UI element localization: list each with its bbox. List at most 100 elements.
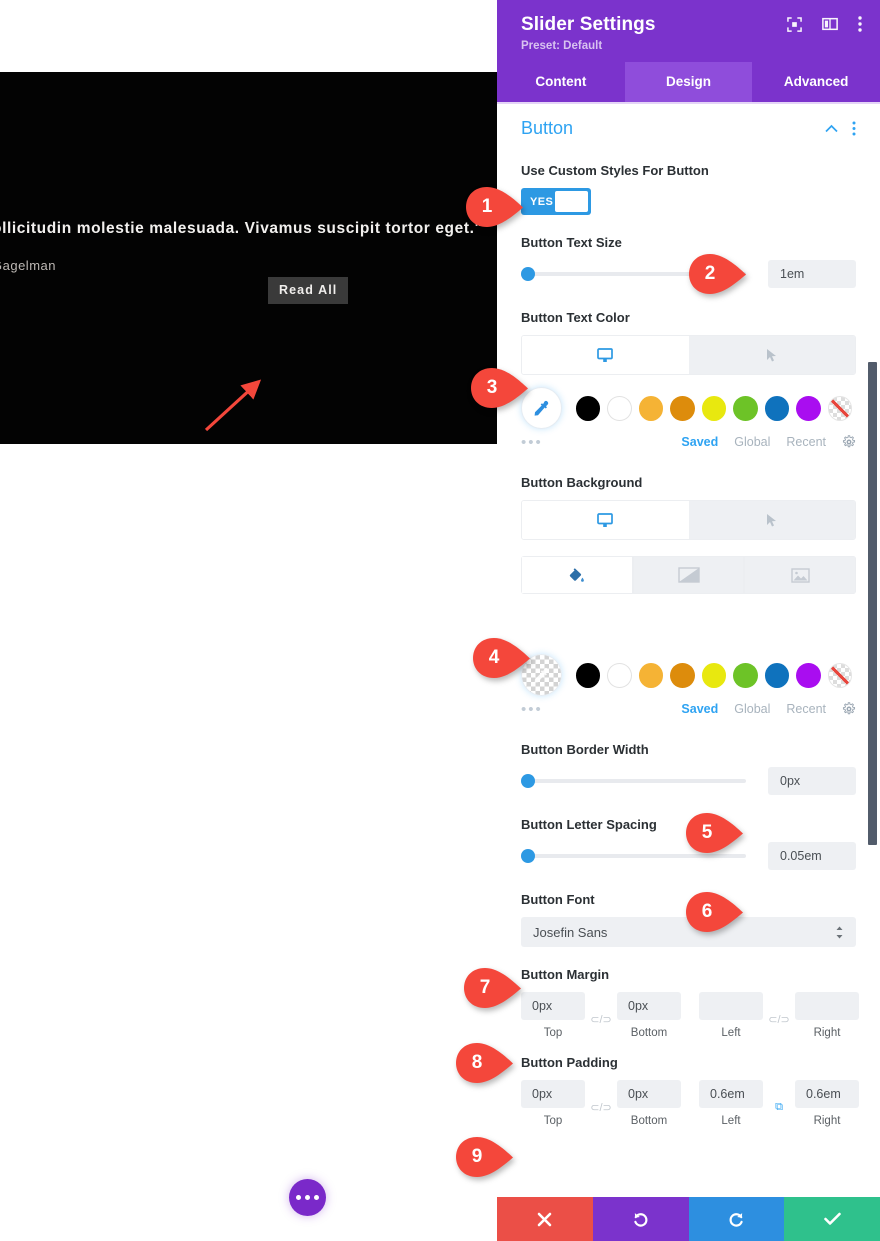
tab-advanced[interactable]: Advanced [752,62,880,102]
more-vertical-icon[interactable] [858,16,862,32]
background-type-color[interactable] [521,556,633,594]
button-letter-spacing-slider[interactable] [521,849,746,863]
section-header-button[interactable]: Button [497,104,880,147]
palette-tab-global[interactable]: Global [734,435,770,449]
swatch-none[interactable] [827,662,853,688]
slider-handle[interactable] [521,849,535,863]
palette-tab-recent[interactable]: Recent [786,702,826,716]
undo-button[interactable] [592,1197,689,1241]
margin-bottom-input[interactable]: 0px [617,992,681,1020]
margin-right-label: Right [813,1027,841,1039]
toggle-handle [555,191,588,212]
tab-design[interactable]: Design [624,62,753,102]
swatch-black[interactable] [575,395,601,421]
discard-changes-button[interactable] [497,1197,593,1241]
text-color-device-tabs [521,335,856,375]
callout-number: 8 [471,1052,483,1073]
swatch-blue[interactable] [764,395,790,421]
padding-right-input[interactable]: 0.6em [795,1080,859,1108]
swatch-white[interactable] [607,662,632,688]
padding-left-input[interactable]: 0.6em [699,1080,763,1108]
split-view-icon[interactable] [822,17,838,31]
padding-left-right-link-connected-icon[interactable]: ⧉ [763,1094,795,1114]
save-changes-button[interactable] [784,1197,880,1241]
page-settings-fab[interactable] [289,1179,326,1216]
button-border-width-input[interactable]: 0px [768,767,856,795]
palette-tab-global[interactable]: Global [734,702,770,716]
callout-number: 6 [701,901,713,922]
swatch-light-orange[interactable] [638,395,664,421]
padding-top-input[interactable]: 0px [521,1080,585,1108]
sort-arrows-icon [836,926,843,938]
button-letter-spacing-input[interactable]: 0.05em [768,842,856,870]
fill-color-icon [570,567,585,582]
margin-top-bottom-link-broken-icon[interactable]: ⊂/⊃ [585,1006,617,1026]
redo-button[interactable] [688,1197,785,1241]
margin-left-input[interactable] [699,992,763,1020]
ellipsis-dot-icon [305,1195,310,1200]
eyedropper-icon [534,400,549,416]
gear-icon[interactable] [842,435,856,449]
panel-preset-selector[interactable]: Preset: Default [521,40,856,52]
padding-top-bottom-link-broken-icon[interactable]: ⊂/⊃ [585,1094,617,1114]
gear-icon[interactable] [842,702,856,716]
device-tab-desktop[interactable] [522,336,689,374]
callout-number: 4 [488,647,500,668]
swatch-white[interactable] [607,395,632,421]
field-label: Button Text Color [521,310,630,325]
toggle-value: YES [530,195,554,208]
device-tab-desktop[interactable] [522,501,689,539]
read-all-button[interactable]: Read All [268,277,349,304]
margin-left-right-link-broken-icon[interactable]: ⊂/⊃ [763,1006,795,1026]
swatch-purple[interactable] [796,395,821,421]
padding-bottom-input[interactable]: 0px [617,1080,681,1108]
swatch-yellow[interactable] [701,662,727,688]
swatch-light-orange[interactable] [638,662,664,688]
swatch-dark-orange[interactable] [670,662,695,688]
margin-top-label: Top [543,1027,563,1039]
swatch-none[interactable] [827,395,853,421]
callout-pin-8: 8 [455,1042,517,1084]
device-tab-hover[interactable] [688,501,855,539]
background-swatch-row [497,654,880,696]
padding-top-label: Top [543,1115,563,1127]
chevron-up-icon[interactable] [825,124,838,133]
text-color-more-ellipsis-icon[interactable]: ••• [521,435,665,450]
background-more-ellipsis-icon[interactable]: ••• [521,702,665,717]
callout-pin-7: 7 [463,967,525,1009]
check-icon [823,1212,841,1225]
palette-tab-saved[interactable]: Saved [681,435,718,449]
slider-handle[interactable] [521,774,535,788]
background-type-image[interactable] [744,556,856,594]
field-button-padding: Button Padding 0px Top ⊂/⊃ 0px Bottom 0.… [497,1055,880,1127]
palette-tab-recent[interactable]: Recent [786,435,826,449]
slider-module-preview[interactable]: ollicitudin molestie malesuada. Vivamus … [0,72,497,444]
use-custom-styles-toggle[interactable]: YES [521,188,591,215]
undo-icon [634,1212,648,1227]
swatch-purple[interactable] [796,662,821,688]
margin-right-input[interactable] [795,992,859,1020]
swatch-blue[interactable] [764,662,790,688]
redo-icon [729,1212,743,1227]
panel-scrollbar[interactable] [868,362,877,845]
background-palette-row: ••• Saved Global Recent [497,700,880,717]
focus-mode-icon[interactable] [787,16,802,32]
callout-number: 5 [701,822,713,843]
callout-number: 2 [704,263,716,284]
section-more-vertical-icon[interactable] [852,121,856,136]
device-tab-hover[interactable] [688,336,855,374]
palette-tab-saved[interactable]: Saved [681,702,718,716]
swatch-green[interactable] [733,662,758,688]
field-label: Button Margin [521,967,610,982]
background-type-gradient[interactable] [632,556,745,594]
tab-content[interactable]: Content [497,62,625,102]
button-border-width-slider[interactable] [521,774,746,788]
slider-handle[interactable] [521,267,535,281]
button-text-size-input[interactable]: 1em [768,260,856,288]
swatch-dark-orange[interactable] [670,395,695,421]
swatch-yellow[interactable] [701,395,727,421]
transparent-swatch-icon [534,667,549,683]
swatch-green[interactable] [733,395,758,421]
swatch-black[interactable] [575,662,601,688]
margin-top-input[interactable]: 0px [521,992,585,1020]
